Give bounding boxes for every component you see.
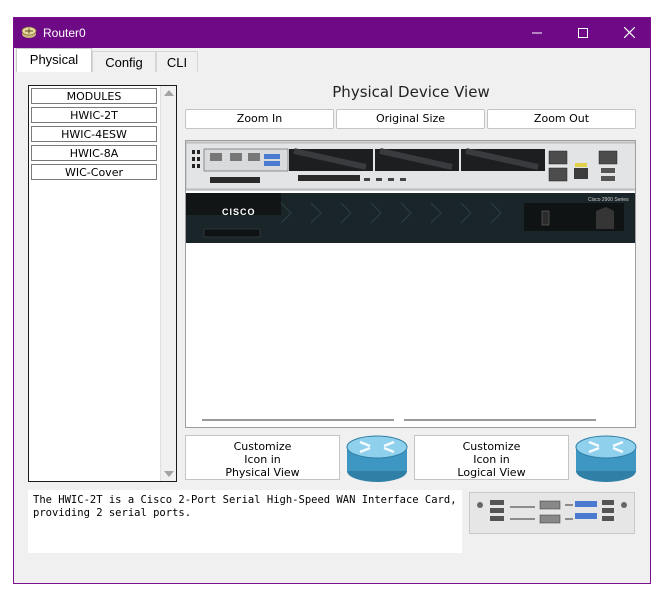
router-series-label: Cisco 2900 Series [588, 197, 629, 203]
tab-physical[interactable]: Physical [16, 48, 92, 73]
window-title: Router0 [43, 26, 86, 40]
hscroll-thumb-right[interactable] [404, 419, 596, 421]
router-app-icon [21, 26, 37, 38]
title-bar[interactable]: Router0 [14, 18, 650, 48]
module-hwic-4esw[interactable]: HWIC-4ESW [31, 126, 157, 142]
customize-physical-line1: Customize [233, 440, 292, 453]
module-header[interactable]: MODULES [31, 88, 157, 104]
module-hwic-8a[interactable]: HWIC-8A [31, 145, 157, 161]
scroll-up-icon[interactable] [164, 90, 174, 96]
router-icon-logical [575, 435, 637, 482]
customize-physical-button[interactable]: Customize Icon in Physical View [185, 435, 340, 480]
tab-cli[interactable]: CLI [156, 51, 198, 72]
router-window: Router0 Physical Config CLI MODULES HWIC… [13, 17, 651, 584]
modules-list: MODULES HWIC-2T HWIC-4ESW HWIC-8A WIC-Co… [28, 85, 177, 482]
cisco-logo-text: CISCO [222, 207, 256, 217]
physical-panel: MODULES HWIC-2T HWIC-4ESW HWIC-8A WIC-Co… [14, 72, 650, 583]
close-button[interactable] [606, 18, 652, 48]
device-view-hscroll[interactable] [186, 413, 635, 427]
modules-scrollbar[interactable] [160, 86, 176, 481]
customize-physical-line2: Icon in [244, 453, 281, 466]
minimize-button[interactable] [514, 18, 560, 48]
hwic-2t-module-icon [470, 493, 634, 533]
module-preview-image [469, 492, 635, 534]
physical-device-view[interactable]: CISCO Cisco 2900 Series [185, 140, 636, 428]
customize-logical-button[interactable]: Customize Icon in Logical View [414, 435, 569, 480]
customize-physical-line3: Physical View [225, 466, 300, 479]
physical-view-title: Physical Device View [332, 83, 490, 101]
minimize-icon [532, 32, 542, 34]
customize-logical-line2: Icon in [473, 453, 510, 466]
maximize-button[interactable] [560, 18, 606, 48]
tab-bar: Physical Config CLI [14, 48, 650, 73]
modules-items: MODULES HWIC-2T HWIC-4ESW HWIC-8A WIC-Co… [29, 86, 161, 481]
router-chassis-image[interactable] [186, 141, 636, 244]
hscroll-thumb-left[interactable] [202, 419, 394, 421]
zoom-in-button[interactable]: Zoom In [185, 109, 334, 129]
maximize-icon [578, 28, 588, 38]
customize-logical-line1: Customize [462, 440, 521, 453]
tab-config[interactable]: Config [92, 51, 156, 72]
zoom-out-button[interactable]: Zoom Out [487, 109, 636, 129]
router-icon-physical [346, 435, 408, 482]
customize-logical-line3: Logical View [457, 466, 526, 479]
module-description: The HWIC-2T is a Cisco 2-Port Serial Hig… [28, 490, 462, 553]
module-wic-cover[interactable]: WIC-Cover [31, 164, 157, 180]
original-size-button[interactable]: Original Size [336, 109, 485, 129]
close-icon [623, 26, 635, 39]
scroll-down-icon[interactable] [164, 471, 174, 477]
module-hwic-2t[interactable]: HWIC-2T [31, 107, 157, 123]
